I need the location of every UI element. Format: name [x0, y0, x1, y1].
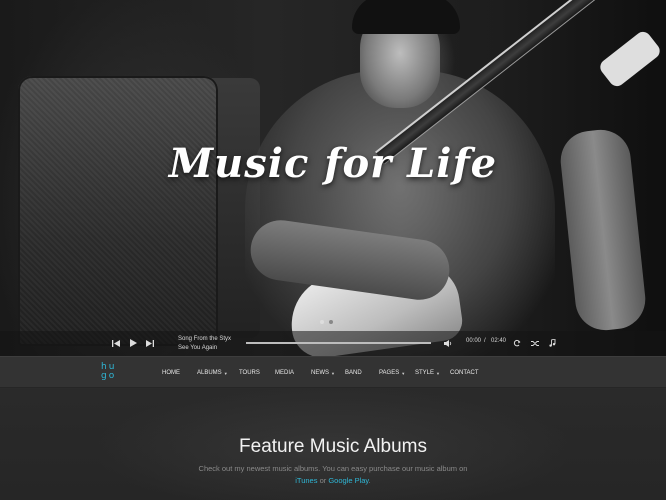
nav-item-label: NEWS	[311, 370, 329, 376]
time-separator: /	[484, 338, 486, 344]
guitar-headstock	[597, 28, 663, 90]
track-artist: See You Again	[178, 345, 218, 351]
nav-item-band[interactable]: BAND	[345, 370, 379, 376]
current-time: 00:00	[466, 338, 482, 344]
site-logo[interactable]: hu go	[101, 363, 121, 381]
shuffle-icon[interactable]	[528, 336, 542, 350]
nav-menu: HOME ALBUMS ▼ TOURS MEDIA NEWS ▼ BAND PAGE…	[162, 357, 490, 389]
slider-dot[interactable]	[329, 320, 333, 324]
description-text: Check out my newest music albums. You ca…	[198, 464, 468, 473]
google-play-link[interactable]: Google Play	[328, 476, 368, 485]
amplifier	[18, 76, 218, 346]
duration: 02:40	[491, 338, 507, 344]
nav-item-media[interactable]: MEDIA	[275, 370, 311, 376]
nav-item-label: TOURS	[239, 370, 260, 376]
nav-item-label: CONTACT	[450, 370, 479, 376]
nav-item-label: PAGES	[379, 370, 400, 376]
skip-back-icon[interactable]	[109, 336, 123, 350]
hero-banner: Music for Life	[0, 0, 666, 356]
caret-down-icon: ▼	[223, 370, 228, 376]
caret-down-icon: ▼	[401, 370, 406, 376]
nav-item-home[interactable]: HOME	[162, 370, 197, 376]
hero-title: Music for Life	[168, 140, 498, 187]
volume-icon[interactable]	[441, 336, 455, 350]
period-text: .	[368, 476, 371, 485]
nav-item-label: ALBUMS	[197, 370, 222, 376]
skip-forward-icon[interactable]	[143, 336, 157, 350]
logo-line-2: go	[101, 371, 117, 381]
feature-albums-section: Feature Music Albums Check out my newest…	[0, 389, 666, 500]
store-links: iTunes or Google Play.	[0, 475, 666, 487]
nav-item-news[interactable]: NEWS ▼	[311, 370, 345, 376]
main-navigation: hu go HOME ALBUMS ▼ TOURS MEDIA NEWS ▼ BAN…	[0, 356, 666, 388]
itunes-link[interactable]: iTunes	[295, 476, 317, 485]
or-text: or	[317, 476, 329, 485]
track-info: Song From the Styx See You Again	[178, 335, 231, 353]
section-title: Feature Music Albums	[239, 436, 427, 457]
music-note-icon[interactable]	[545, 336, 559, 350]
nav-item-label: STYLE	[415, 370, 435, 376]
caret-down-icon: ▼	[436, 370, 440, 376]
nav-item-label: MEDIA	[275, 370, 295, 376]
nav-item-tours[interactable]: TOURS	[239, 370, 275, 376]
progress-bar[interactable]	[246, 342, 431, 344]
nav-item-albums[interactable]: ALBUMS ▼	[197, 370, 239, 376]
nav-item-style[interactable]: STYLE ▼	[415, 370, 450, 376]
nav-item-contact[interactable]: CONTACT	[450, 370, 490, 376]
caret-down-icon: ▼	[331, 370, 335, 376]
slider-dot[interactable]	[320, 320, 324, 324]
nav-item-pages[interactable]: PAGES ▼	[379, 370, 415, 376]
slider-dots	[320, 320, 333, 324]
nav-item-label: BAND	[345, 370, 362, 376]
track-title: Song From the Styx	[178, 336, 232, 342]
nav-item-label: HOME	[162, 370, 180, 376]
musician-hat	[352, 0, 460, 34]
play-icon[interactable]	[126, 336, 140, 350]
repeat-icon[interactable]	[510, 336, 524, 350]
section-description: Check out my newest music albums. You ca…	[0, 463, 666, 487]
